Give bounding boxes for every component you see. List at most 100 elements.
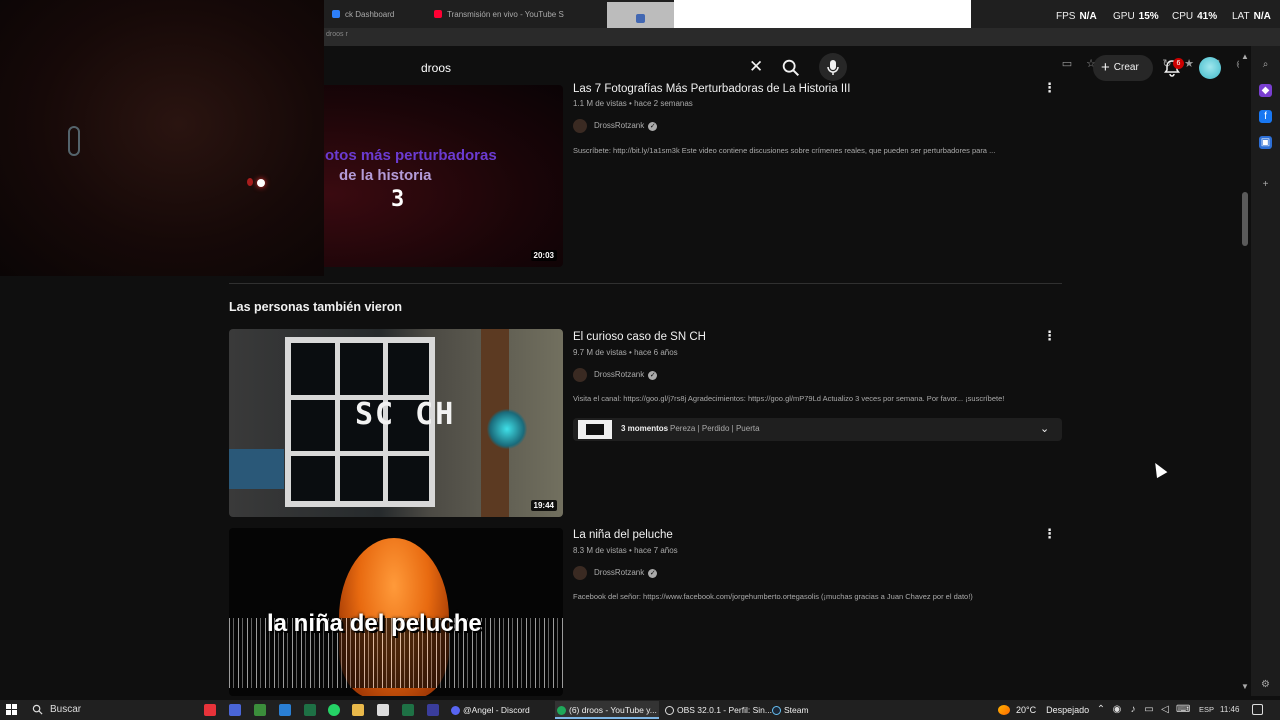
more-vert-icon[interactable]: ⋮ [1043, 527, 1056, 541]
weather-temp: 20°C [1016, 705, 1037, 715]
facebook-icon[interactable]: f [1259, 110, 1272, 123]
taskbar-task-youtube[interactable]: (6) droos - YouTube y... [555, 701, 659, 719]
notification-center-icon[interactable] [1252, 704, 1263, 715]
scroll-up-arrow-icon[interactable]: ▲ [1239, 52, 1251, 61]
chapters-bar[interactable]: 3 momentos Pereza | Perdido | Puerta ⌄ [573, 418, 1062, 441]
video-description: Suscríbete: http://bit.ly/1a1sm3k Este v… [573, 146, 996, 155]
favorites-icon[interactable]: ★ [1182, 57, 1196, 71]
video-title[interactable]: La niña del peluche [573, 529, 673, 541]
channel-avatar [573, 119, 587, 133]
search-icon[interactable] [780, 57, 802, 79]
thumbnail-shape [487, 409, 527, 449]
channel-name: DrossRotzank [594, 121, 645, 131]
chapters-names: Pereza | Perdido | Puerta [670, 424, 760, 433]
taskbar-search-label: Buscar [50, 704, 82, 715]
lat-value: N/A [1253, 11, 1271, 22]
taskbar-task-obs[interactable]: OBS 32.0.1 - Perfil: Sin... [663, 701, 772, 719]
input-language[interactable]: ESP [1199, 701, 1214, 719]
fps-label: FPS [1056, 11, 1076, 22]
chevron-up-icon[interactable]: ⌃ [1094, 701, 1108, 719]
channel-link[interactable]: DrossRotzank ✓ [573, 119, 658, 133]
app-icon[interactable] [254, 704, 266, 716]
video-title[interactable]: El curioso caso de SN CH [573, 331, 706, 343]
taskbar-task-steam[interactable]: Steam [770, 701, 820, 719]
gpu-label: GPU [1113, 11, 1135, 22]
channel-link[interactable]: DrossRotzank ✓ [573, 566, 658, 580]
obs-icon [665, 706, 674, 715]
headset-light [68, 126, 80, 156]
copilot-icon[interactable]: ◆ [1259, 84, 1272, 97]
section-divider [229, 283, 1062, 284]
search-input[interactable] [421, 61, 721, 75]
file-explorer-icon[interactable] [352, 704, 364, 716]
thumbnail-text: de la historia [339, 167, 432, 184]
address-fragment: droos r [326, 31, 348, 38]
store-icon[interactable] [377, 704, 389, 716]
chapters-count: 3 momentos [621, 424, 669, 433]
close-icon[interactable]: ✕ [749, 58, 763, 76]
create-label: Crear [1113, 62, 1139, 73]
outlook-icon[interactable]: ▣ [1259, 136, 1272, 149]
chevron-down-icon[interactable]: ⌄ [1040, 422, 1049, 435]
more-vert-icon[interactable]: ⋮ [1043, 81, 1056, 95]
task-label: Steam [784, 705, 809, 715]
check-icon: ✓ [648, 568, 658, 578]
display-icon[interactable]: ▭ [1142, 701, 1156, 719]
steam-icon [772, 706, 781, 715]
red-light [247, 178, 253, 186]
page-scrollbar[interactable]: ▲ ▼ [1239, 50, 1251, 696]
keyboard-icon[interactable]: ⌨ [1176, 701, 1190, 719]
settings-icon[interactable]: ⚙ [1259, 678, 1272, 691]
youtube-favicon-icon [434, 10, 442, 18]
thumbnail-shape [229, 449, 284, 489]
thumbnail-text: SC CH [355, 397, 456, 432]
thumbnail-text: la niña del peluche [267, 610, 482, 637]
channel-link[interactable]: DrossRotzank ✓ [573, 368, 658, 382]
browser-tab-dashboard[interactable]: ck Dashboard [324, 4, 424, 26]
microphone-icon[interactable]: ♪ [1126, 701, 1140, 719]
video-title[interactable]: Las 7 Fotografías Más Perturbadoras de L… [573, 83, 850, 95]
account-avatar[interactable] [1199, 57, 1221, 79]
plus-icon: + [1101, 59, 1110, 76]
excel-icon[interactable] [402, 704, 414, 716]
obs-tray-icon[interactable]: ◉ [1110, 701, 1124, 719]
search-icon[interactable]: ⌕ [1259, 58, 1272, 71]
scroll-down-arrow-icon[interactable]: ▼ [1239, 682, 1251, 691]
video-thumbnail[interactable]: SC CH 19:44 [229, 329, 563, 517]
create-button[interactable]: + Crear [1093, 55, 1153, 81]
edge-icon[interactable] [279, 704, 291, 716]
more-vert-icon[interactable]: ⋮ [1043, 329, 1056, 343]
video-thumbnail[interactable]: la niña del peluche [229, 528, 563, 696]
browser-app-icon[interactable] [229, 704, 241, 716]
start-tile [12, 704, 17, 709]
video-duration: 19:44 [530, 500, 557, 511]
channel-name: DrossRotzank [594, 568, 645, 578]
start-tile [6, 704, 11, 709]
dashboard-favicon-icon [332, 10, 340, 18]
weather-icon [998, 705, 1010, 715]
whatsapp-icon[interactable] [328, 704, 340, 716]
weather-widget[interactable]: 20°C Despejado [996, 701, 1089, 719]
browser-tab-youtube-studio[interactable]: Transmisión en vivo - YouTube S [426, 4, 576, 26]
opera-icon[interactable] [204, 704, 216, 716]
cpu-value: 41% [1197, 11, 1218, 22]
thumbnail-text: otos más perturbadoras [325, 147, 497, 164]
voice-search-button[interactable] [819, 53, 847, 81]
cpu-stat: CPU 41% [1172, 11, 1217, 22]
teams-icon[interactable] [427, 704, 439, 716]
volume-icon[interactable]: ◁ [1158, 701, 1172, 719]
clock[interactable]: 11:46 [1220, 701, 1239, 719]
excel-icon[interactable] [304, 704, 316, 716]
thumbnail-text: 3 [391, 187, 405, 212]
windows-taskbar: Buscar @Angel - Discord (6) droos - YouT… [0, 700, 1280, 720]
taskbar-search[interactable]: Buscar [28, 701, 196, 719]
add-icon[interactable]: + [1259, 178, 1272, 191]
reader-icon[interactable]: ▭ [1060, 57, 1074, 71]
browser-side-panel: ⌕ ◆ f ▣ + ⚙ [1251, 46, 1280, 696]
windows-start-icon[interactable] [6, 704, 18, 716]
taskbar-task-discord[interactable]: @Angel - Discord [449, 701, 549, 719]
video-meta: 1.1 M de vistas • hace 2 semanas [573, 99, 693, 108]
gpu-stat: GPU 15% [1113, 11, 1159, 22]
search-icon [32, 704, 43, 715]
scrollbar-thumb[interactable] [1242, 192, 1248, 246]
